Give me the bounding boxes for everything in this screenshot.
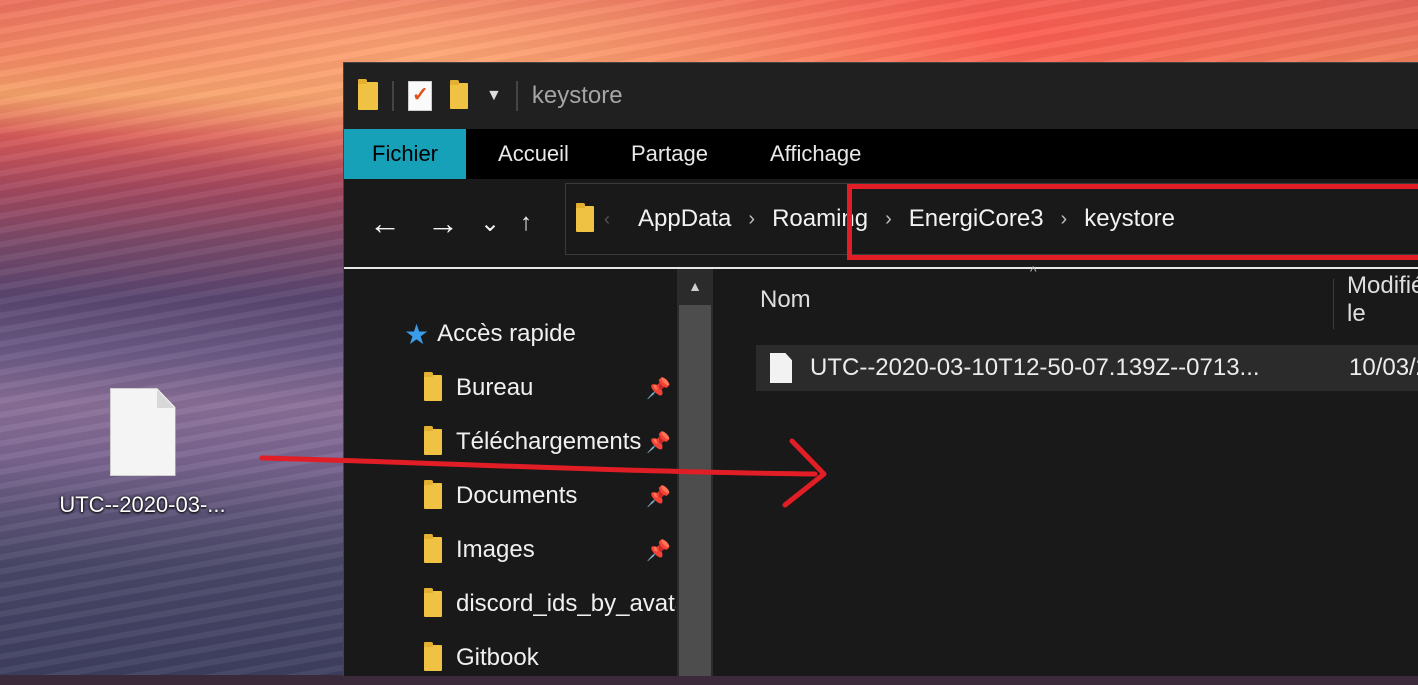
folder-icon bbox=[358, 79, 378, 110]
column-modified-header[interactable]: Modifié le bbox=[1347, 272, 1418, 328]
address-bar[interactable]: ‹ AppData › Roaming › EnergiCore3 › keys… bbox=[565, 183, 1418, 260]
scroll-up-arrow-icon[interactable]: ▲ bbox=[677, 269, 713, 303]
nav-item-label: Téléchargements bbox=[456, 428, 641, 455]
back-arrow-icon[interactable]: ← bbox=[356, 205, 414, 242]
tab-accueil[interactable]: Accueil bbox=[467, 129, 600, 179]
nav-scrollbar[interactable]: ▲ bbox=[677, 269, 713, 676]
divider bbox=[392, 81, 394, 111]
nav-item-label: Gitbook bbox=[456, 644, 539, 671]
nav-item-telechargements[interactable]: Téléchargements 📌 bbox=[344, 415, 679, 469]
forward-arrow-icon[interactable]: → bbox=[414, 205, 472, 242]
desktop-file-icon[interactable]: UTC--2020-03-... bbox=[30, 388, 255, 518]
chevron-left-icon[interactable]: ‹ bbox=[604, 209, 610, 230]
nav-item-bureau[interactable]: Bureau 📌 bbox=[344, 361, 679, 415]
nav-item-label: Bureau bbox=[456, 374, 534, 401]
nav-item-label: discord_ids_by_avatar bbox=[456, 590, 676, 617]
pin-icon[interactable]: 📌 bbox=[646, 484, 671, 509]
file-icon bbox=[770, 353, 792, 383]
tab-fichier[interactable]: Fichier bbox=[344, 129, 467, 179]
properties-icon[interactable] bbox=[408, 81, 432, 111]
pin-icon[interactable]: 📌 bbox=[646, 538, 671, 563]
breadcrumb: AppData › Roaming › EnergiCore3 › keysto… bbox=[638, 205, 1175, 233]
pin-icon[interactable]: 📌 bbox=[646, 430, 671, 455]
folder-icon bbox=[424, 642, 442, 671]
column-divider[interactable] bbox=[1333, 279, 1334, 329]
desktop-folder-icon bbox=[424, 372, 442, 401]
nav-item-label: Accès rapide bbox=[437, 320, 576, 347]
file-name: UTC--2020-03-10T12-50-07.139Z--0713... bbox=[810, 354, 1260, 381]
recent-locations-chevron-icon[interactable]: ⌄ bbox=[472, 209, 508, 238]
nav-item-label: Images bbox=[456, 536, 535, 563]
file-modified: 10/03/2020 bbox=[1349, 354, 1418, 381]
scroll-thumb[interactable] bbox=[679, 305, 711, 676]
file-explorer-window: ▼ keystore Fichier Accueil Partage Affic… bbox=[343, 62, 1418, 676]
breadcrumb-keystore[interactable]: keystore bbox=[1084, 205, 1175, 233]
desktop-file-label: UTC--2020-03-... bbox=[59, 492, 226, 517]
chevron-right-icon[interactable]: › bbox=[748, 208, 755, 231]
breadcrumb-roaming[interactable]: Roaming bbox=[772, 205, 868, 233]
file-icon bbox=[109, 388, 176, 476]
column-header: ^ Nom Modifié le bbox=[716, 263, 1418, 331]
content-area: ★ Accès rapide Bureau 📌 Téléchargements … bbox=[344, 263, 1418, 676]
pin-icon[interactable]: 📌 bbox=[646, 376, 671, 401]
nav-quick-access[interactable]: ★ Accès rapide bbox=[344, 307, 679, 361]
divider bbox=[515, 81, 518, 111]
column-name-header[interactable]: Nom bbox=[760, 286, 811, 314]
chevron-right-icon[interactable]: › bbox=[885, 208, 892, 231]
chevron-right-icon[interactable]: › bbox=[1061, 208, 1068, 231]
window-title: keystore bbox=[531, 82, 623, 109]
sort-caret-icon: ^ bbox=[1030, 263, 1037, 279]
table-row[interactable]: UTC--2020-03-10T12-50-07.139Z--0713... 1… bbox=[756, 345, 1418, 391]
new-folder-icon[interactable] bbox=[450, 80, 468, 109]
tab-affichage[interactable]: Affichage bbox=[739, 129, 892, 179]
tab-partage[interactable]: Partage bbox=[600, 129, 739, 179]
ribbon-tabs: Fichier Accueil Partage Affichage bbox=[344, 129, 1418, 179]
breadcrumb-energicore3[interactable]: EnergiCore3 bbox=[909, 205, 1044, 233]
folder-icon bbox=[576, 203, 594, 232]
nav-item-images[interactable]: Images 📌 bbox=[344, 523, 679, 577]
folder-icon bbox=[424, 588, 442, 617]
up-arrow-icon[interactable]: ↑ bbox=[508, 209, 544, 237]
navigation-pane: ★ Accès rapide Bureau 📌 Téléchargements … bbox=[344, 269, 679, 676]
pictures-folder-icon bbox=[424, 534, 442, 563]
star-icon: ★ bbox=[404, 318, 430, 350]
title-bar: ▼ keystore bbox=[344, 63, 1418, 129]
breadcrumb-appdata[interactable]: AppData bbox=[638, 205, 731, 233]
nav-item-label: Documents bbox=[456, 482, 578, 509]
quick-access-dropdown-icon[interactable]: ▼ bbox=[486, 87, 502, 105]
documents-folder-icon bbox=[424, 480, 442, 509]
nav-item-documents[interactable]: Documents 📌 bbox=[344, 469, 679, 523]
downloads-folder-icon bbox=[424, 426, 442, 455]
nav-item-gitbook[interactable]: Gitbook bbox=[344, 631, 679, 685]
file-list: ^ Nom Modifié le UTC--2020-03-10T12-50-0… bbox=[716, 263, 1418, 676]
navigation-bar: ← → ⌄ ↑ ‹ AppData › Roaming › EnergiCore… bbox=[344, 179, 1418, 269]
nav-item-discord[interactable]: discord_ids_by_avatar bbox=[344, 577, 679, 631]
